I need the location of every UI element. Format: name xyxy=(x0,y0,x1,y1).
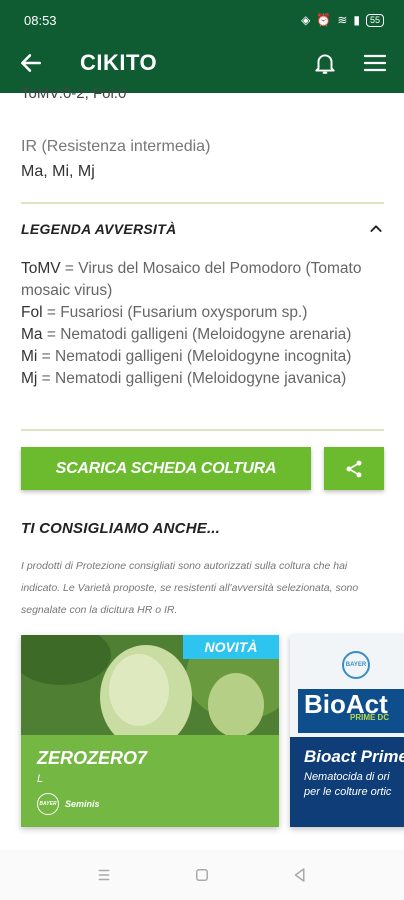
legend-item: Mi = Nematodi galligeni (Meloidogyne inc… xyxy=(21,346,389,368)
signal-icon: ◈ xyxy=(301,13,311,27)
status-bar: 08:53 ◈ ⏰ ≋ ▮ 55 xyxy=(24,10,384,30)
status-time: 08:53 xyxy=(24,12,57,28)
card-description: Nematocida di ori per le colture ortic xyxy=(304,770,391,800)
brand-logos: BAYER Seminis xyxy=(37,793,100,815)
resistance-code-text: ToMV:0-2, Fol:0 xyxy=(21,88,127,102)
product-card-zerozero7[interactable]: NOVITÀ ZEROZERO7 L BAYER Seminis xyxy=(21,635,279,827)
recent-apps-icon[interactable] xyxy=(95,866,113,884)
legend-item: Mj = Nematodi galligeni (Meloidogyne jav… xyxy=(21,368,389,390)
new-badge: NOVITÀ xyxy=(183,635,279,659)
app-bar: CIKITO xyxy=(0,44,404,82)
card-name: ZEROZERO7 xyxy=(37,748,148,768)
legend-item: Ma = Nematodi galligeni (Meloidogyne are… xyxy=(21,324,389,346)
bell-icon[interactable] xyxy=(312,49,338,77)
bayer-seal-text: BAYER xyxy=(345,662,367,668)
back-arrow-icon[interactable] xyxy=(18,50,44,76)
card-desc-line: per le colture ortic xyxy=(304,786,392,798)
bayer-logo-icon: BAYER xyxy=(37,793,59,815)
legend-desc: = Virus del Mosaico del Pomodoro (Tomato… xyxy=(21,260,362,299)
legend-abbr: Ma xyxy=(21,326,43,343)
legend-abbr: ToMV xyxy=(21,260,61,277)
legend-abbr: Mj xyxy=(21,370,38,387)
divider xyxy=(21,202,384,204)
page-title: CIKITO xyxy=(80,50,158,75)
bioact-image: BAYER BioAct PRIME DC xyxy=(290,635,404,737)
bayer-logo-icon: BAYER xyxy=(342,651,370,679)
back-icon[interactable] xyxy=(291,866,309,884)
alarm-icon: ⏰ xyxy=(316,13,332,27)
status-icons: ◈ ⏰ ≋ ▮ 55 xyxy=(301,13,384,27)
cell-icon: ▮ xyxy=(353,13,360,27)
legend-abbr: Mi xyxy=(21,348,38,365)
bayer-seal-text: BAYER xyxy=(39,801,57,807)
share-icon xyxy=(346,460,362,477)
ir-label: IR (Resistenza intermedia) xyxy=(21,138,211,155)
ir-value: Ma, Mi, Mj xyxy=(21,163,95,180)
battery-icon: 55 xyxy=(365,13,384,27)
divider xyxy=(21,429,384,431)
seminis-logo: Seminis xyxy=(65,799,100,809)
recommend-description: I prodotti di Protezione consigliati son… xyxy=(21,560,359,616)
legend-abbr: Fol xyxy=(21,304,43,321)
product-card-bioact[interactable]: BAYER BioAct PRIME DC Bioact Prime Nemat… xyxy=(290,635,404,827)
legend-desc: = Nematodi galligeni (Meloidogyne arenar… xyxy=(42,326,352,343)
app-header: 08:53 ◈ ⏰ ≋ ▮ 55 CIKITO xyxy=(0,0,404,93)
system-nav-bar xyxy=(0,850,404,900)
legend-desc: = Fusariosi (Fusarium oxysporum sp.) xyxy=(42,304,308,321)
legend-desc: = Nematodi galligeni (Meloidogyne javani… xyxy=(37,370,347,387)
legend-item: Fol = Fusariosi (Fusarium oxysporum sp.) xyxy=(21,302,389,324)
chevron-up-icon[interactable] xyxy=(368,221,384,237)
card-subtitle: L xyxy=(37,773,44,785)
legend-title: LEGENDA AVVERSITÀ xyxy=(21,221,177,237)
bioact-logo-sub: PRIME DC xyxy=(350,713,390,722)
card-desc-line: Nematocida di ori xyxy=(304,771,390,783)
legend-desc: = Nematodi galligeni (Meloidogyne incogn… xyxy=(37,348,352,365)
recommend-title: TI CONSIGLIAMO ANCHE... xyxy=(21,520,221,537)
bioact-logo: BioAct xyxy=(298,689,404,733)
share-button[interactable] xyxy=(324,447,384,490)
wifi-icon: ≋ xyxy=(337,13,348,27)
card-name: Bioact Prime xyxy=(304,747,404,766)
download-sheet-button[interactable]: SCARICA SCHEDA COLTURA xyxy=(21,447,311,490)
legend-list: ToMV = Virus del Mosaico del Pomodoro (T… xyxy=(21,258,389,390)
home-icon[interactable] xyxy=(193,866,211,884)
menu-icon[interactable] xyxy=(362,51,388,75)
legend-header[interactable]: LEGENDA AVVERSITÀ xyxy=(21,221,384,237)
legend-item: ToMV = Virus del Mosaico del Pomodoro (T… xyxy=(21,258,389,302)
